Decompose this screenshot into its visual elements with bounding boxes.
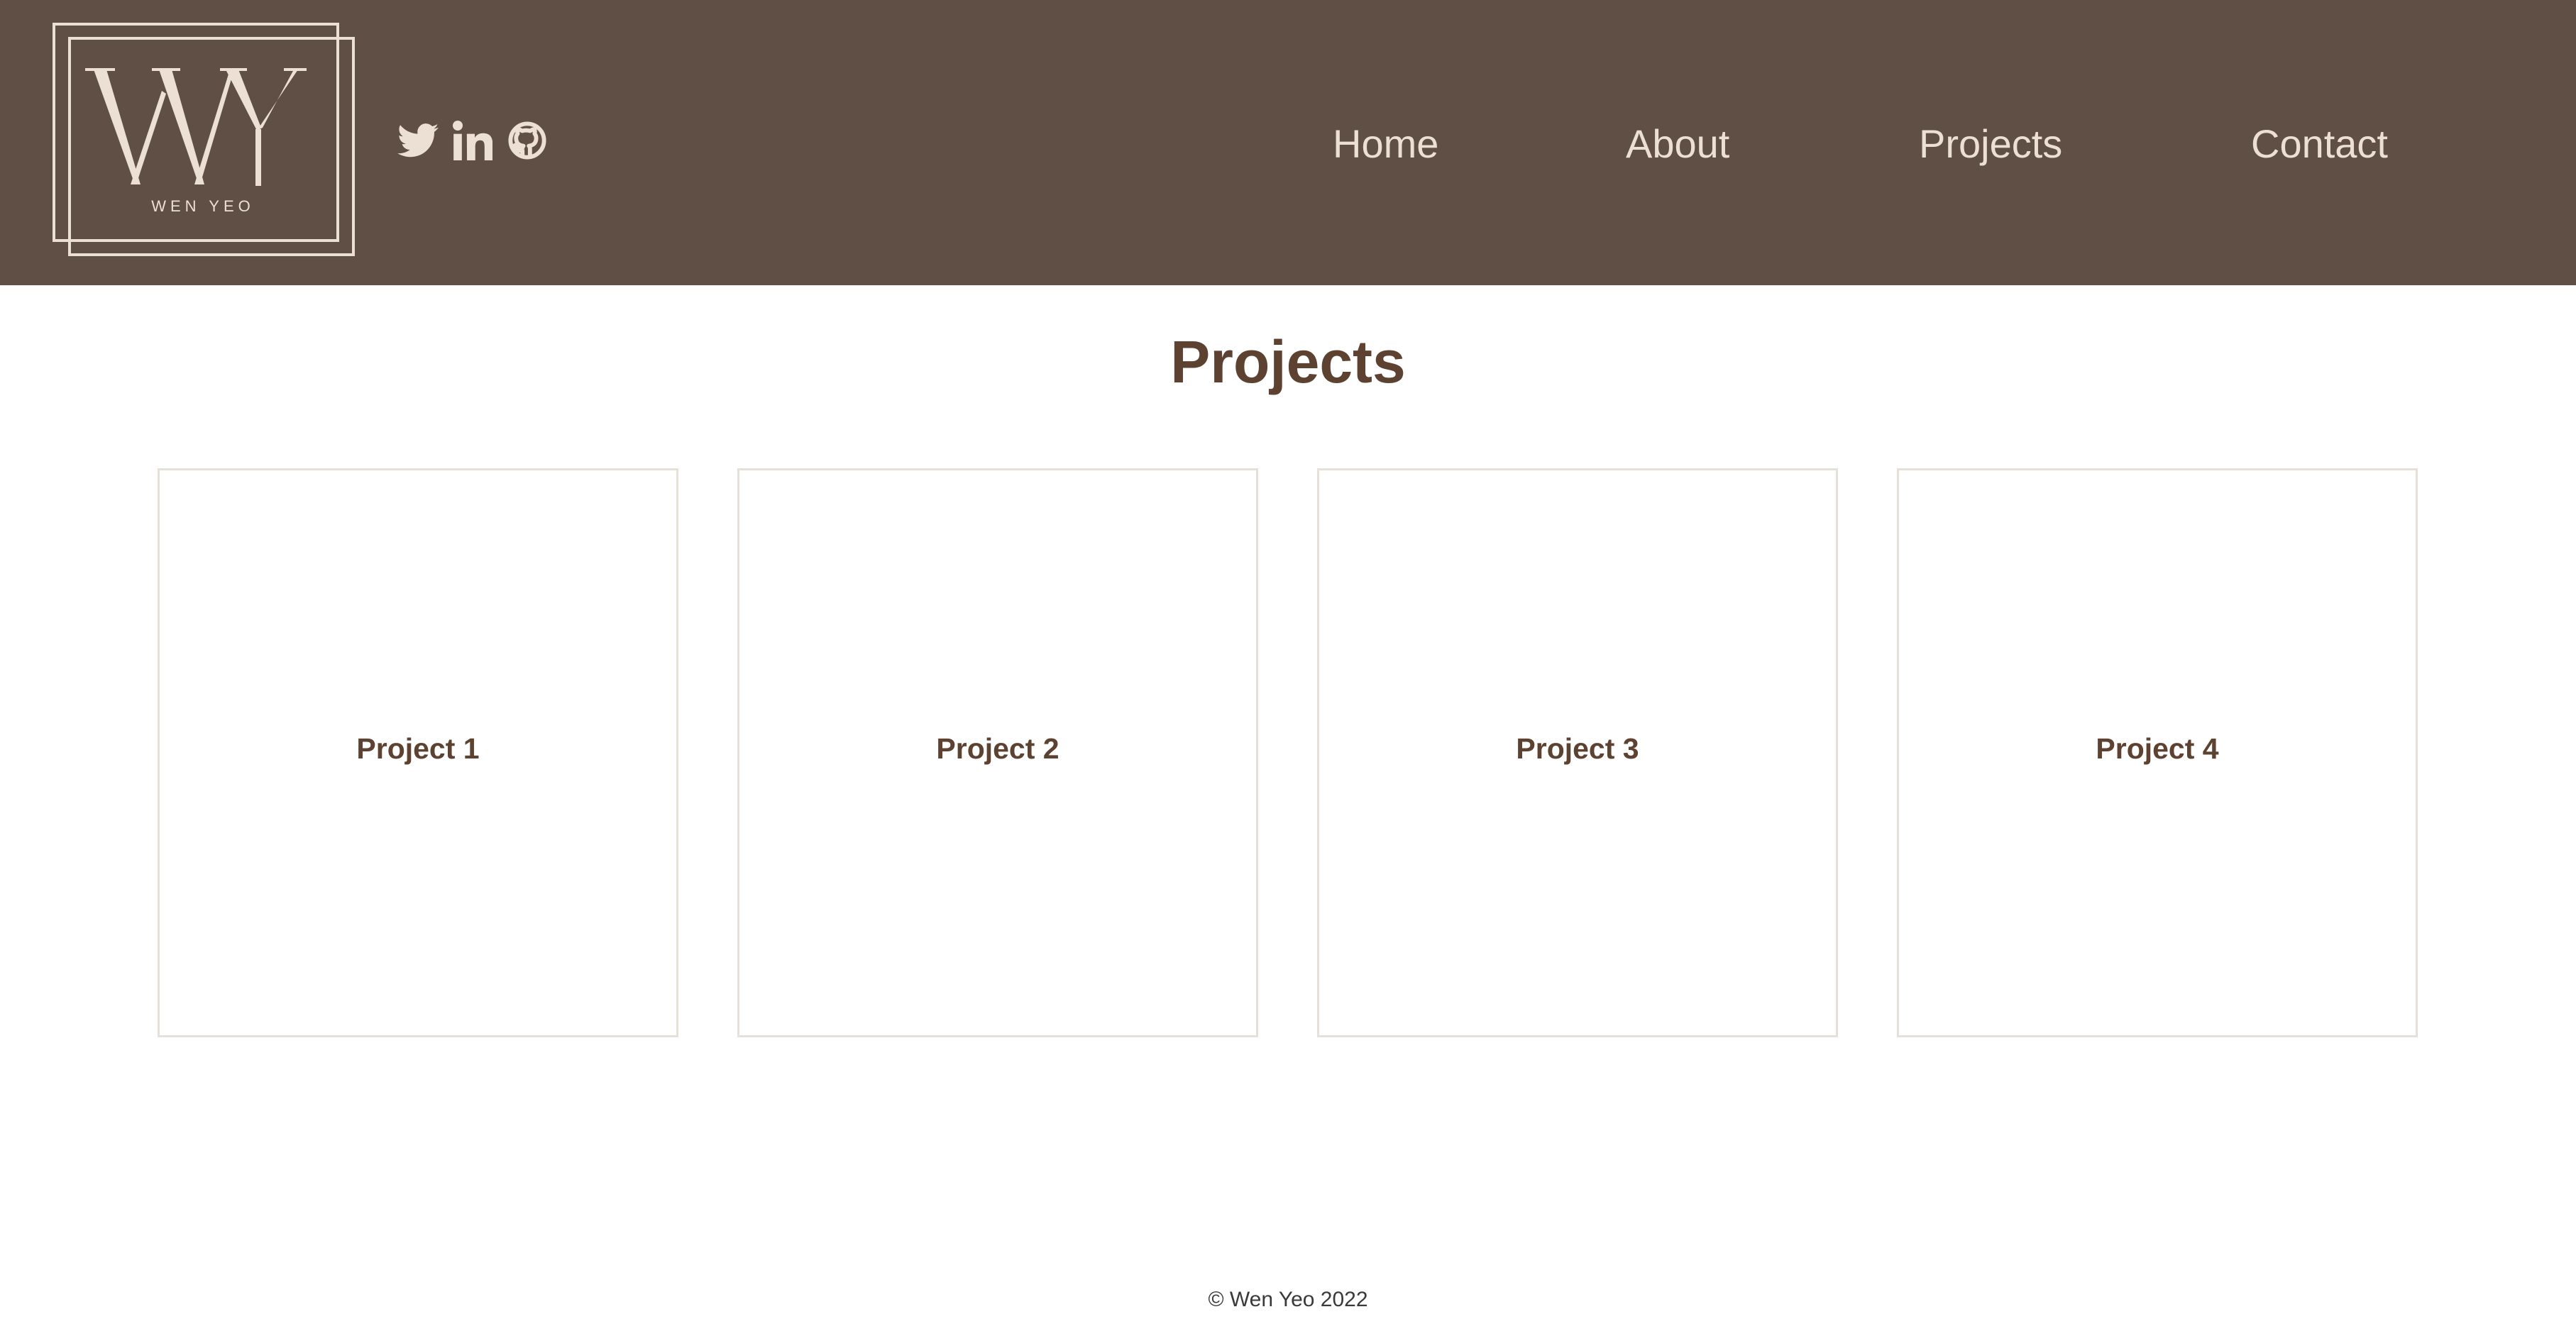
site-footer: © Wen Yeo 2022 [0,1284,2576,1315]
page-title: Projects [1170,329,1406,395]
project-card-label: Project 4 [2096,732,2219,765]
project-card-3[interactable]: Project 3 [1317,468,1838,1037]
twitter-icon [397,123,439,157]
linkedin-icon [453,120,493,160]
nav-contact[interactable]: Contact [2251,114,2388,175]
project-card-label: Project 1 [356,732,480,765]
project-card-2[interactable]: Project 2 [737,468,1258,1037]
copyright-text: © Wen Yeo 2022 [1208,1288,1368,1311]
github-link[interactable] [508,121,546,164]
project-card-1[interactable]: Project 1 [158,468,678,1037]
wen-yeo-logo: WEN YEO [53,23,355,256]
github-icon [508,121,546,160]
twitter-link[interactable] [397,122,439,162]
svg-text:WEN YEO: WEN YEO [151,197,255,215]
nav-projects[interactable]: Projects [1919,114,2062,175]
nav-about[interactable]: About [1626,114,1729,175]
project-card-label: Project 2 [936,732,1059,765]
nav-home[interactable]: Home [1333,114,1438,175]
logo-link[interactable]: WEN YEO [53,23,355,257]
site-header: WEN YEO Home About Projects Contact [0,0,2576,285]
project-card-label: Project 3 [1516,732,1639,765]
social-links [397,117,546,167]
linkedin-link[interactable] [453,120,493,164]
project-card-4[interactable]: Project 4 [1897,468,2418,1037]
